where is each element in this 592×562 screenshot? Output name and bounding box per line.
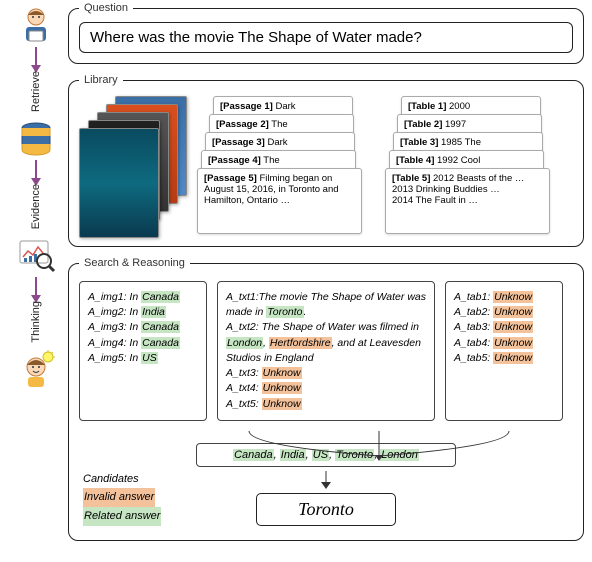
stage-thinking-label: Thinking xyxy=(30,301,42,343)
passage-stack: [Passage 1] Dark [Passage 2] The [Passag… xyxy=(197,96,377,236)
legend-block: Candidates Invalid answer Related answer xyxy=(83,470,161,526)
search-chart-icon xyxy=(16,235,56,275)
legend-candidates: Candidates xyxy=(83,470,139,489)
stage-retrieve-label: Retrieve xyxy=(30,71,42,112)
main-content: Question Where was the movie The Shape o… xyxy=(68,2,584,551)
library-panel: Library [Passage 1] Dark [Passage 2] The… xyxy=(68,74,584,247)
arrow-down-icon xyxy=(35,160,37,180)
question-text: Where was the movie The Shape of Water m… xyxy=(79,22,573,53)
txt-answers: A_txt1:The movie The Shape of Water was … xyxy=(217,281,435,421)
question-panel: Question Where was the movie The Shape o… xyxy=(68,2,584,64)
stage-evidence-label: Evidence xyxy=(30,184,42,229)
arrow-down-icon xyxy=(35,47,37,67)
library-legend: Library xyxy=(79,74,123,86)
legend-invalid: Invalid answer xyxy=(83,488,155,507)
search-reasoning-panel: Search & Reasoning A_img1: In CanadaA_im… xyxy=(68,257,584,541)
person-reading-icon xyxy=(16,5,56,45)
final-answer: Toronto xyxy=(256,493,396,526)
passage-card: [Passage 5] Filming began on August 15, … xyxy=(197,168,362,234)
arrow-down-icon xyxy=(35,277,37,297)
image-stack xyxy=(79,96,189,236)
legend-related: Related answer xyxy=(83,507,161,526)
sr-legend: Search & Reasoning xyxy=(79,257,190,269)
img-answers: A_img1: In CanadaA_img2: In IndiaA_img3:… xyxy=(79,281,207,421)
arrow-down-icon xyxy=(316,471,336,489)
question-legend: Question xyxy=(79,2,133,14)
person-idea-icon xyxy=(16,349,56,389)
pipeline-stages: Retrieve Evidence Thinking xyxy=(8,5,64,555)
movie-poster xyxy=(79,128,159,238)
table-stack: [Table 1] 2000 [Table 2] 1997 [Table 3] … xyxy=(385,96,565,236)
database-icon xyxy=(16,118,56,158)
table-card: [Table 5] 2012 Beasts of the … 2013 Drin… xyxy=(385,168,550,234)
tab-answers: A_tab1: UnknowA_tab2: UnknowA_tab3: Unkn… xyxy=(445,281,563,421)
merge-arrows-icon xyxy=(229,431,529,461)
